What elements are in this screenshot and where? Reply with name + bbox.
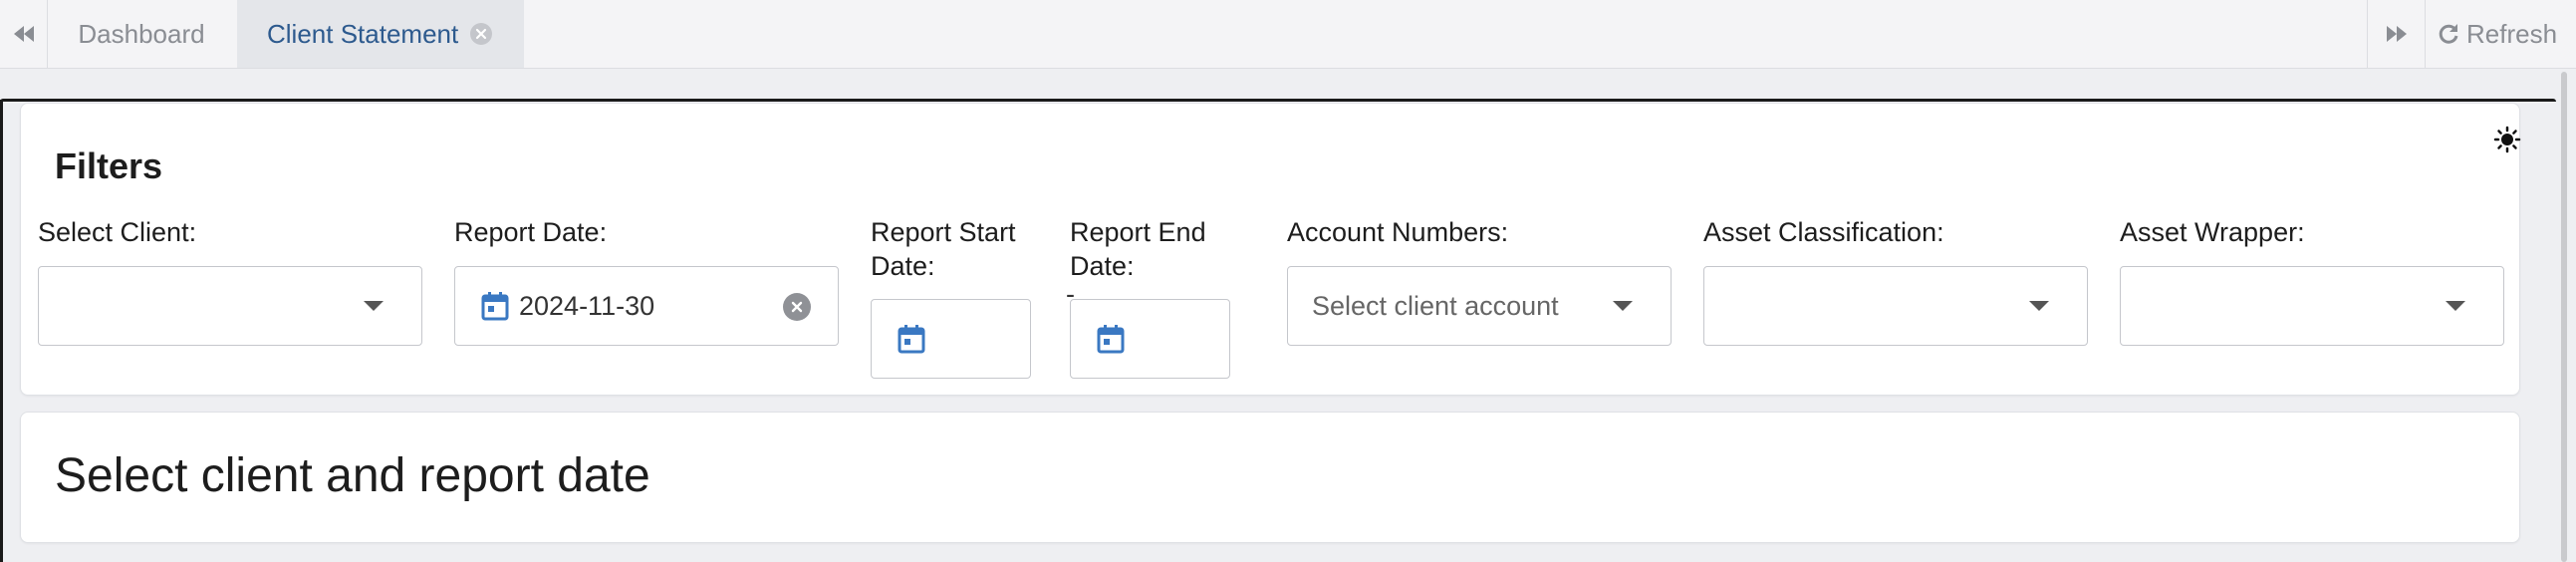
calendar-icon (481, 292, 509, 321)
refresh-button[interactable]: Refresh (2437, 0, 2557, 68)
filters-panel: Filters Select Client: Report Date: 2024… (20, 103, 2521, 396)
account-numbers-dropdown[interactable]: Select client account (1287, 266, 1672, 346)
vertical-scrollbar[interactable] (2561, 72, 2567, 562)
report-end-date-picker[interactable] (1070, 299, 1230, 379)
report-end-date-label: Report End Date: (1070, 217, 1206, 281)
chevron-down-icon (1613, 301, 1633, 311)
select-client-dropdown[interactable] (38, 266, 422, 346)
tab-client-statement-label: Client Statement (267, 18, 459, 49)
report-start-date-picker[interactable] (871, 299, 1031, 379)
double-chevron-left-icon (13, 26, 34, 42)
refresh-icon (2439, 24, 2458, 44)
chevron-down-icon (2446, 301, 2465, 311)
asset-wrapper-label: Asset Wrapper: (2120, 217, 2305, 247)
report-date-value: 2024-11-30 (519, 290, 655, 321)
theme-toggle-button[interactable] (2493, 126, 2521, 158)
tab-dashboard[interactable]: Dashboard (48, 0, 235, 68)
content-frame-left-border (0, 100, 3, 562)
tabs-scroll-left-button[interactable] (0, 0, 48, 68)
report-date-label: Report Date: (454, 217, 608, 247)
asset-classification-dropdown[interactable] (1703, 266, 2088, 346)
refresh-label: Refresh (2466, 18, 2558, 49)
account-numbers-label: Account Numbers: (1287, 217, 1509, 247)
account-numbers-placeholder: Select client account (1312, 290, 1559, 321)
asset-wrapper-dropdown[interactable] (2120, 266, 2504, 346)
clear-icon[interactable] (783, 293, 811, 321)
sun-icon (2493, 126, 2521, 153)
tabs-scroll-right-button[interactable] (2367, 0, 2426, 68)
calendar-icon (1097, 325, 1125, 354)
calendar-icon (898, 325, 925, 354)
asset-classification-label: Asset Classification: (1703, 217, 1944, 247)
content-frame-top-border (0, 99, 2556, 102)
report-message-panel: Select client and report date (20, 412, 2520, 543)
chevron-down-icon (2029, 301, 2049, 311)
report-start-date-label: Report Start Date: (871, 217, 1016, 281)
report-date-picker[interactable]: 2024-11-30 (454, 266, 839, 346)
chevron-down-icon (364, 301, 384, 311)
close-icon[interactable] (470, 23, 493, 45)
select-client-label: Select Client: (38, 217, 197, 247)
empty-state-message: Select client and report date (55, 449, 650, 502)
tab-bar: Dashboard Client Statement Refresh (0, 0, 2576, 69)
tab-dashboard-label: Dashboard (78, 18, 205, 49)
filters-title: Filters (55, 145, 163, 186)
double-chevron-right-icon (2386, 26, 2407, 42)
tab-client-statement[interactable]: Client Statement (237, 0, 524, 68)
